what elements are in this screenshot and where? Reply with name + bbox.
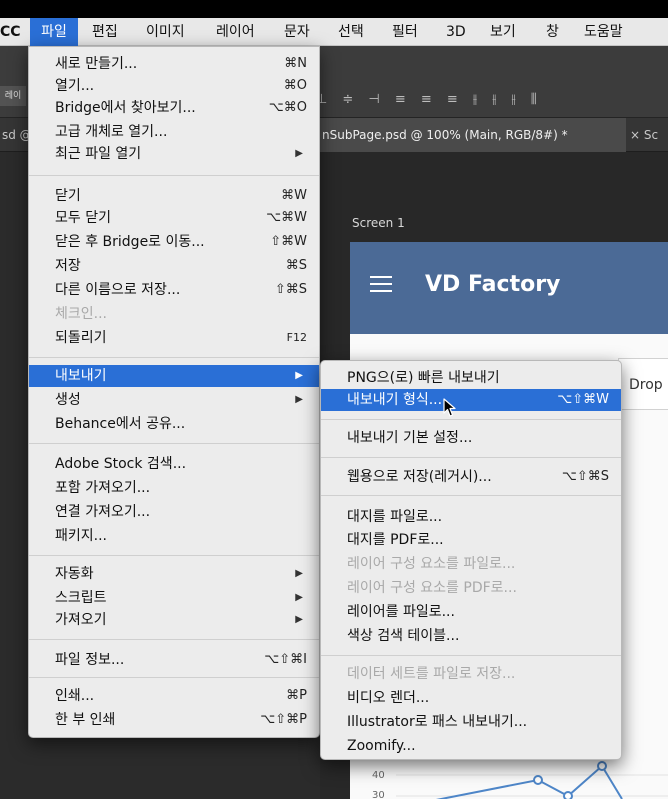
menu-type[interactable]: 문자 xyxy=(284,18,310,46)
menu-app-cc[interactable]: CC xyxy=(0,18,30,46)
align-icons-group: ⊥ ≑ ⊣ ≡ ≡ ≡ ⫲ ⫲ ⫲ ⫼ xyxy=(316,88,547,107)
menu-item-place-embedded[interactable]: 포함 가져오기... xyxy=(29,477,319,499)
menu-item-check-in: 체크인... xyxy=(55,306,107,322)
menu-view[interactable]: 보기 xyxy=(490,18,516,46)
menu-item-artboards-to-files[interactable]: 대지를 파일로... xyxy=(321,506,621,528)
menu-item-paths-to-illustrator[interactable]: Illustrator로 패스 내보내기... xyxy=(321,711,621,733)
align-right-icon[interactable]: ⊣ xyxy=(368,92,379,107)
menu-item-close[interactable]: 닫기 ⌘W xyxy=(29,185,319,207)
chart-point xyxy=(533,775,543,785)
menu-edit[interactable]: 편집 xyxy=(92,18,118,46)
menu-3d[interactable]: 3D xyxy=(446,18,466,46)
menu-item-package[interactable]: 패키지... xyxy=(29,525,319,547)
menu-item-revert[interactable]: 되돌리기 F12 xyxy=(29,327,319,349)
menu-separator xyxy=(29,357,319,358)
menu-item-render-video[interactable]: 비디오 렌더... xyxy=(321,687,621,709)
submenu-arrow-icon: ▶ xyxy=(295,592,303,603)
menu-item-save[interactable]: 저장 ⌘S xyxy=(29,255,319,277)
chart-point xyxy=(597,761,607,771)
menu-item-export-as[interactable]: 내보내기 형식... ⌥⇧⌘W xyxy=(321,389,621,411)
chart-line-series xyxy=(435,764,623,799)
menu-item-close-all[interactable]: 모두 닫기 ⌥⌘W xyxy=(29,207,319,229)
menu-separator xyxy=(29,175,319,176)
mouse-pointer-icon xyxy=(443,398,456,417)
axis-tick-40: 40 xyxy=(372,770,385,781)
distribute-left-icon[interactable]: ⫲ xyxy=(473,92,477,107)
export-submenu: PNG으(로) 빠른 내보내기 내보내기 형식... ⌥⇧⌘W 내보내기 기본 설… xyxy=(320,360,622,760)
menu-file[interactable]: 파일 xyxy=(30,18,78,46)
menu-window[interactable]: 창 xyxy=(546,18,559,46)
menu-filter[interactable]: 필터 xyxy=(392,18,418,46)
menu-item-save-for-web-legacy[interactable]: 웹용으로 저장(레거시)... ⌥⇧⌘S xyxy=(321,466,621,488)
menu-image[interactable]: 이미지 xyxy=(146,18,185,46)
menu-item-layer-comps-to-files: 레이어 구성 요소를 파일로... xyxy=(347,556,516,572)
submenu-arrow-icon: ▶ xyxy=(295,370,303,381)
menu-item-open-recent[interactable]: 최근 파일 열기 ▶ xyxy=(29,143,319,165)
distribute-right-icon[interactable]: ⫲ xyxy=(511,92,515,107)
menu-separator xyxy=(321,495,621,496)
line-chart-preview: 40 30 xyxy=(372,761,668,799)
menu-select[interactable]: 선택 xyxy=(338,18,364,46)
menu-separator xyxy=(29,677,319,678)
menu-item-browse-in-bridge[interactable]: Bridge에서 찾아보기... ⌥⌘O xyxy=(29,97,319,119)
file-menu-dropdown: 새로 만들기... ⌘N 열기... ⌘O Bridge에서 찾아보기... ⌥⌘O … xyxy=(28,46,320,738)
hamburger-menu-icon xyxy=(370,276,392,292)
menu-item-data-sets-to-files: 데이터 세트를 파일로 저장... xyxy=(347,666,516,682)
tab-next-document[interactable]: × Sc xyxy=(630,118,668,152)
menu-item-file-info[interactable]: 파일 정보... ⌥⇧⌘I xyxy=(29,649,319,671)
menu-item-save-as[interactable]: 다른 이름으로 저장... ⇧⌘S xyxy=(29,279,319,301)
menu-layer[interactable]: 레이어 xyxy=(216,18,255,46)
auto-align-icon[interactable]: ⫼ xyxy=(531,92,537,107)
menu-help[interactable]: 도움말 xyxy=(584,18,623,46)
menu-item-generate[interactable]: 생성 ▶ xyxy=(29,389,319,411)
menu-separator xyxy=(29,443,319,444)
submenu-arrow-icon: ▶ xyxy=(295,394,303,405)
menu-separator xyxy=(29,555,319,556)
menu-item-export-preferences[interactable]: 내보내기 기본 설정... xyxy=(321,427,621,449)
submenu-arrow-icon: ▶ xyxy=(295,614,303,625)
tab-previous-document[interactable]: sd @ xyxy=(0,118,32,152)
submenu-arrow-icon: ▶ xyxy=(295,148,303,159)
distribute-bottom-icon[interactable]: ≡ xyxy=(447,92,458,107)
artboard-label[interactable]: Screen 1 xyxy=(352,216,405,230)
screen-top-edge xyxy=(0,0,668,18)
menu-separator xyxy=(321,655,621,656)
submenu-arrow-icon: ▶ xyxy=(295,568,303,579)
menu-item-place-linked[interactable]: 연결 가져오기... xyxy=(29,501,319,523)
menu-item-color-lookup-tables[interactable]: 색상 검색 테이블... xyxy=(321,625,621,647)
menu-separator xyxy=(321,457,621,458)
menu-item-open-as-smart-object[interactable]: 고급 개체로 열기... xyxy=(29,121,319,143)
axis-tick-30: 30 xyxy=(372,790,385,799)
menu-bar: CC 파일 편집 이미지 레이어 문자 선택 필터 3D 보기 창 도움말 xyxy=(0,18,668,46)
menu-item-new[interactable]: 새로 만들기... ⌘N xyxy=(29,53,319,75)
menu-item-quick-export-png[interactable]: PNG으(로) 빠른 내보내기 xyxy=(321,367,621,389)
menu-item-zoomify[interactable]: Zoomify... xyxy=(321,735,621,757)
menu-item-print[interactable]: 인쇄... ⌘P xyxy=(29,685,319,707)
menu-item-scripts[interactable]: 스크립트 ▶ xyxy=(29,587,319,609)
align-center-icon[interactable]: ≑ xyxy=(342,92,353,107)
menu-item-share-on-behance[interactable]: Behance에서 공유... xyxy=(29,413,319,435)
chart-point xyxy=(563,791,573,799)
distribute-top-icon[interactable]: ≡ xyxy=(395,92,406,107)
menu-item-layers-to-files[interactable]: 레이어를 파일로... xyxy=(321,601,621,623)
options-bar-layer-label[interactable]: 레이 xyxy=(0,86,26,106)
menu-item-automate[interactable]: 자동화 ▶ xyxy=(29,563,319,585)
distribute-middle-icon[interactable]: ≡ xyxy=(421,92,432,107)
menu-item-import[interactable]: 가져오기 ▶ xyxy=(29,609,319,631)
menu-item-open[interactable]: 열기... ⌘O xyxy=(29,75,319,97)
menu-separator xyxy=(29,639,319,640)
menu-item-layer-comps-to-pdf: 레이어 구성 요소를 PDF로... xyxy=(347,580,517,596)
distribute-center-icon[interactable]: ⫲ xyxy=(492,92,496,107)
tab-active-document[interactable]: nSubPage.psd @ 100% (Main, RGB/8#) * xyxy=(320,118,626,152)
dropdown-field: Drop xyxy=(618,358,668,410)
menu-item-close-and-go-to-bridge[interactable]: 닫은 후 Bridge로 이동... ⇧⌘W xyxy=(29,231,319,253)
menu-item-artboards-to-pdf[interactable]: 대지를 PDF로... xyxy=(321,529,621,551)
menu-item-search-adobe-stock[interactable]: Adobe Stock 검색... xyxy=(29,453,319,475)
menu-item-print-one-copy[interactable]: 한 부 인쇄 ⌥⇧⌘P xyxy=(29,709,319,731)
menu-item-export[interactable]: 내보내기 ▶ xyxy=(29,365,319,387)
menu-separator xyxy=(321,419,621,420)
app-title: VD Factory xyxy=(425,272,561,297)
